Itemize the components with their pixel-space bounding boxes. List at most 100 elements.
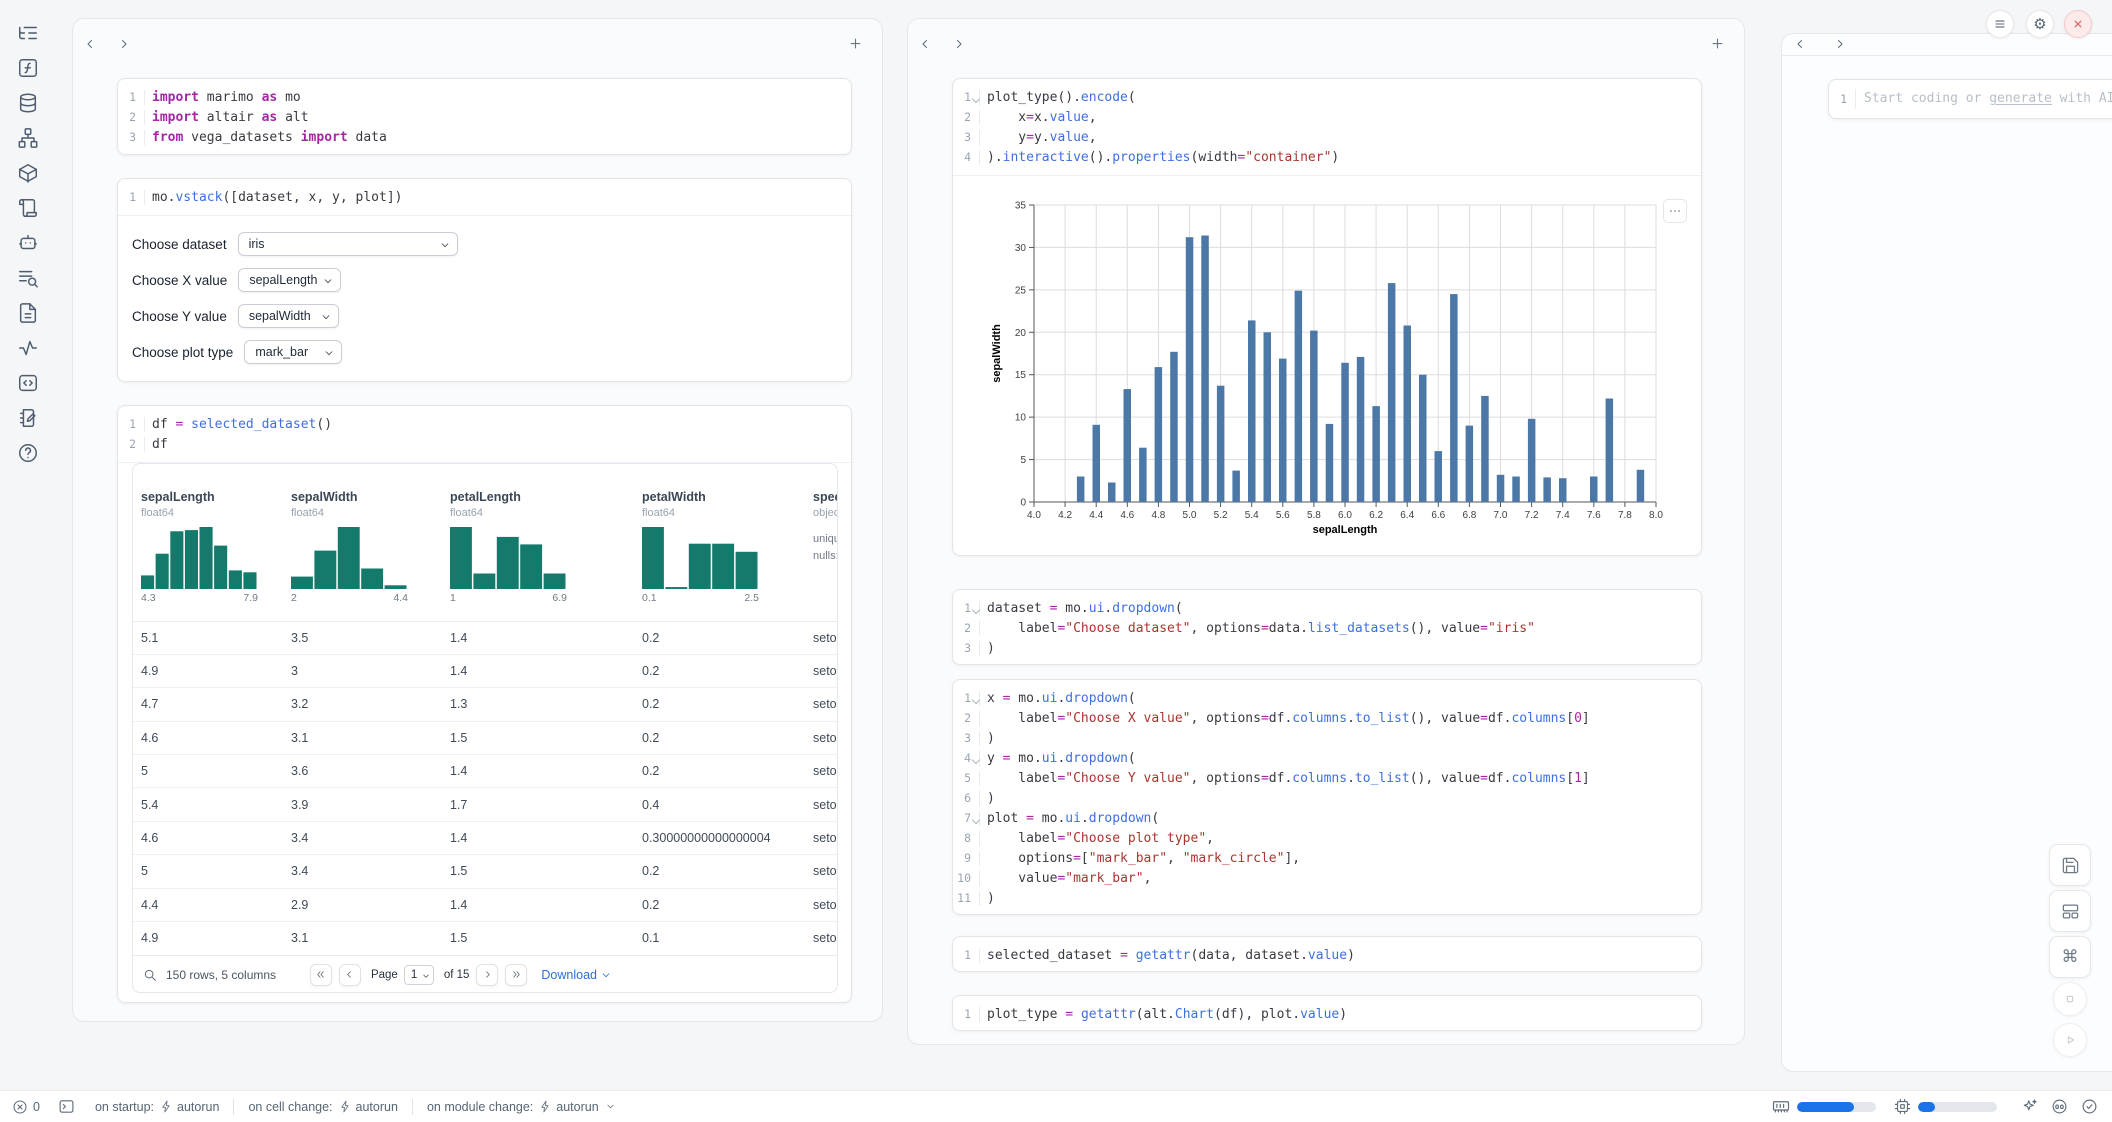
table-row[interactable]: 4.63.11.50.2setosa [133, 721, 838, 754]
table-row[interactable]: 4.63.41.40.30000000000000004setosa [133, 821, 838, 854]
column-2-move-left-button[interactable] [916, 35, 934, 53]
errors-indicator[interactable]: 0 [12, 1099, 40, 1115]
download-button[interactable]: Download [541, 968, 611, 982]
shutdown-button[interactable] [2064, 10, 2092, 38]
logs-search-icon[interactable] [17, 267, 39, 289]
code-line[interactable]: 2 label="Choose X value", options=df.col… [953, 708, 1701, 728]
code-line[interactable]: 3 y=y.value, [953, 127, 1701, 147]
table-row[interactable]: 53.41.50.2setosa [133, 855, 838, 888]
notebook-menu-button[interactable] [1986, 10, 2014, 38]
cell-selected-dataset[interactable]: 1selected_dataset = getattr(data, datase… [952, 936, 1702, 972]
code-line[interactable]: 4).interactive().properties(width="conta… [953, 147, 1701, 167]
cell-plot[interactable]: 1plot_type().encode(2 x=x.value,3 y=y.va… [952, 78, 1702, 556]
choose-y-value-select[interactable]: sepalWidth [238, 304, 339, 328]
interrupt-button[interactable] [2053, 982, 2087, 1016]
code-line[interactable]: 1x = mo.ui.dropdown( [953, 688, 1701, 708]
on-cell-change-setting[interactable]: on cell change: autorun [248, 1100, 398, 1114]
scratchpad-history-forward-button[interactable] [1831, 35, 1849, 53]
column-header-petalWidth[interactable]: petalWidthfloat640.12.5 [634, 464, 805, 621]
code-line[interactable]: 5 label="Choose Y value", options=df.col… [953, 768, 1701, 788]
table-row[interactable]: 5.43.91.70.4setosa [133, 788, 838, 821]
code-line[interactable]: 11) [953, 888, 1701, 908]
code-line[interactable]: 1plot_type = getattr(alt.Chart(df), plot… [953, 1004, 1701, 1024]
prev-page-button[interactable] [339, 964, 361, 986]
on-module-change-setting[interactable]: on module change: autorun [427, 1100, 616, 1114]
code-line[interactable]: 8 label="Choose plot type", [953, 828, 1701, 848]
next-page-button[interactable] [476, 964, 498, 986]
generate-link[interactable]: generate [1989, 91, 2052, 106]
scroll-icon[interactable] [17, 197, 39, 219]
code-line[interactable]: 7plot = mo.ui.dropdown( [953, 808, 1701, 828]
function-icon[interactable] [17, 57, 39, 79]
code-line[interactable]: 2 label="Choose dataset", options=data.l… [953, 618, 1701, 638]
table-row[interactable]: 5.13.51.40.2setosa [133, 621, 838, 654]
code-line[interactable]: 1df = selected_dataset() [118, 414, 851, 434]
page-select[interactable]: 1 [404, 965, 434, 985]
column-1-move-right-button[interactable] [115, 35, 133, 53]
cell-dataset-dropdown[interactable]: 1dataset = mo.ui.dropdown(2 label="Choos… [952, 589, 1702, 665]
column-header-species[interactable]: speciesobjectunique:nulls: [805, 464, 838, 621]
code-line[interactable]: 9 options=["mark_bar", "mark_circle"], [953, 848, 1701, 868]
column-2-add-column-button[interactable] [1708, 34, 1727, 53]
code-line[interactable]: 1dataset = mo.ui.dropdown( [953, 598, 1701, 618]
help-icon[interactable] [17, 442, 39, 464]
code-line[interactable]: 2df [118, 434, 851, 454]
tracing-icon[interactable] [17, 337, 39, 359]
scratchpad-history-back-button[interactable] [1791, 35, 1809, 53]
connection-status[interactable] [2081, 1098, 2098, 1115]
file-tree-icon[interactable] [17, 22, 39, 44]
dependency-graph-icon[interactable] [17, 127, 39, 149]
scratchpad-editor[interactable]: 1 Start coding or generate with AI [1828, 79, 2112, 119]
code-line[interactable]: 1selected_dataset = getattr(data, datase… [953, 945, 1701, 965]
code-line[interactable]: 3) [953, 638, 1701, 658]
column-header-sepalLength[interactable]: sepalLengthfloat644.37.9 [133, 464, 283, 621]
chat-bot-icon[interactable] [17, 232, 39, 254]
code-line[interactable]: 1mo.vstack([dataset, x, y, plot]) [118, 187, 851, 207]
code-line[interactable]: 10 value="mark_bar", [953, 868, 1701, 888]
code-line[interactable]: 3) [953, 728, 1701, 748]
document-icon[interactable] [17, 302, 39, 324]
run-button[interactable] [2053, 1023, 2087, 1057]
column-1-add-column-button[interactable] [846, 34, 865, 53]
first-page-button[interactable] [310, 964, 332, 986]
keyboard-shortcuts-button[interactable]: ⌘ [2049, 936, 2091, 978]
cell-imports[interactable]: 1import marimo as mo2import altair as al… [117, 78, 852, 155]
column-header-petalLength[interactable]: petalLengthfloat6416.9 [442, 464, 634, 621]
cell-dataframe[interactable]: 1df = selected_dataset()2df sepalLengthf… [117, 405, 852, 1003]
column-2-move-right-button[interactable] [950, 35, 968, 53]
on-startup-setting[interactable]: on startup: autorun [95, 1100, 219, 1114]
code-line[interactable]: 3from vega_datasets import data [118, 127, 851, 147]
choose-plot-type-select[interactable]: mark_bar [244, 340, 342, 364]
table-row[interactable]: 4.93.11.50.1setosa [133, 922, 838, 955]
copilot-button[interactable] [2051, 1098, 2068, 1115]
cell-xy-dropdowns[interactable]: 1x = mo.ui.dropdown(2 label="Choose X va… [952, 679, 1702, 915]
choose-dataset-select[interactable]: iris [238, 232, 458, 256]
table-row[interactable]: 4.931.40.2setosa [133, 654, 838, 687]
scratchpad-icon[interactable] [17, 407, 39, 429]
table-row[interactable]: 53.61.40.2setosa [133, 755, 838, 788]
code-line[interactable]: 1plot_type().encode( [953, 87, 1701, 107]
database-icon[interactable] [17, 92, 39, 114]
package-icon[interactable] [17, 162, 39, 184]
code-line[interactable]: 4y = mo.ui.dropdown( [953, 748, 1701, 768]
table-row[interactable]: 4.42.91.40.2setosa [133, 888, 838, 921]
choose-x-value-select[interactable]: sepalLength [238, 268, 341, 292]
code-line[interactable]: 2 x=x.value, [953, 107, 1701, 127]
column-1-move-left-button[interactable] [81, 35, 99, 53]
search-icon[interactable] [143, 968, 157, 982]
table-row[interactable]: 4.73.21.30.2setosa [133, 688, 838, 721]
settings-button[interactable]: ⚙ [2026, 10, 2054, 38]
code-line[interactable]: 6) [953, 788, 1701, 808]
cell-plot-type[interactable]: 1plot_type = getattr(alt.Chart(df), plot… [952, 995, 1702, 1031]
column-header-sepalWidth[interactable]: sepalWidthfloat6424.4 [283, 464, 442, 621]
code-line[interactable]: 1import marimo as mo [118, 87, 851, 107]
terminal-button[interactable] [58, 1098, 75, 1115]
snippets-icon[interactable] [17, 372, 39, 394]
last-page-button[interactable] [505, 964, 527, 986]
cell-vstack[interactable]: 1mo.vstack([dataset, x, y, plot]) Choose… [117, 178, 852, 382]
chart-actions-button[interactable] [1663, 199, 1687, 223]
layout-toggle-button[interactable] [2049, 890, 2091, 932]
ai-assist-button[interactable] [2021, 1098, 2038, 1115]
chart[interactable]: 4.04.24.44.64.85.05.25.45.65.86.06.26.46… [986, 193, 1686, 551]
code-line[interactable]: 2import altair as alt [118, 107, 851, 127]
